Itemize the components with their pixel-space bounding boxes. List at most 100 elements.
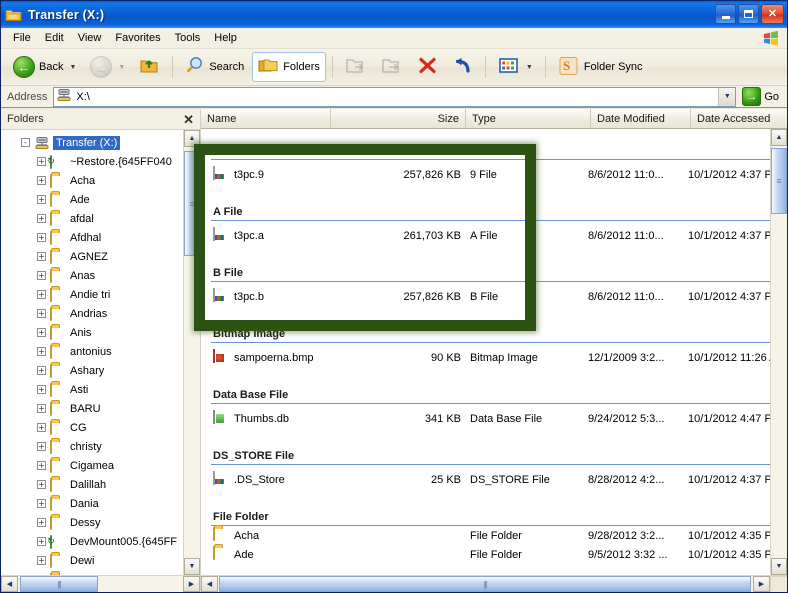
expand-icon[interactable]: + — [37, 537, 46, 546]
menu-edit[interactable]: Edit — [38, 30, 71, 46]
file-list-vertical-scrollbar[interactable]: ▲ ▼ — [770, 129, 787, 575]
expand-icon[interactable]: + — [37, 461, 46, 470]
tree-item[interactable]: + Andrias — [1, 304, 200, 323]
back-dropdown-caret-icon[interactable]: ▼ — [69, 64, 76, 71]
expand-icon[interactable]: + — [37, 518, 46, 527]
scroll-up-arrow-icon[interactable]: ▲ — [771, 129, 787, 146]
scroll-left-arrow-icon[interactable]: ◀ — [201, 576, 218, 592]
up-button[interactable] — [133, 52, 166, 82]
file-row[interactable]: t3pc.9 257,826 KB 9 File 8/6/2012 11:0... 10… — [201, 160, 787, 190]
file-row[interactable]: Thumbs.db 341 KB Data Base File 9/24/2012 5… — [201, 404, 787, 434]
tree-item[interactable]: + Andie tri — [1, 285, 200, 304]
move-to-button[interactable] — [339, 52, 373, 82]
forward-dropdown-caret-icon[interactable]: ▼ — [118, 64, 125, 71]
expand-icon[interactable]: + — [37, 499, 46, 508]
scroll-thumb[interactable] — [771, 148, 787, 214]
group-header[interactable]: 9 File — [201, 129, 787, 159]
folder-sync-button[interactable]: S Folder Sync — [552, 52, 649, 82]
group-header[interactable]: B File — [201, 251, 787, 281]
search-button[interactable]: Search — [179, 52, 250, 82]
address-dropdown-caret-icon[interactable]: ▼ — [718, 87, 736, 106]
tree-item[interactable]: + Dania — [1, 494, 200, 513]
tree-item[interactable]: + Anis — [1, 323, 200, 342]
back-button[interactable]: ← Back ▼ — [7, 52, 82, 82]
close-icon[interactable]: ✕ — [181, 113, 196, 126]
views-button[interactable]: ▼ — [492, 52, 539, 82]
expand-icon[interactable]: + — [37, 347, 46, 356]
column-header-date-accessed[interactable]: Date Accessed — [691, 109, 787, 128]
expand-icon[interactable]: + — [37, 366, 46, 375]
column-header-type[interactable]: Type — [466, 109, 591, 128]
expand-icon[interactable]: + — [37, 176, 46, 185]
column-header-size[interactable]: Size — [331, 109, 466, 128]
expand-icon[interactable]: + — [37, 385, 46, 394]
menu-favorites[interactable]: Favorites — [108, 30, 167, 46]
scroll-down-arrow-icon[interactable]: ▼ — [184, 558, 200, 575]
go-button[interactable]: → Go — [736, 87, 785, 106]
expand-icon[interactable]: + — [37, 404, 46, 413]
expand-icon[interactable]: + — [37, 442, 46, 451]
tree-item[interactable]: + Dalillah — [1, 475, 200, 494]
expand-icon[interactable]: + — [37, 328, 46, 337]
scroll-right-arrow-icon[interactable]: ▶ — [183, 576, 200, 592]
views-dropdown-caret-icon[interactable]: ▼ — [526, 64, 533, 71]
expand-icon[interactable]: + — [37, 195, 46, 204]
expand-icon[interactable]: + — [37, 157, 46, 166]
tree-item[interactable]: + afdal — [1, 209, 200, 228]
column-header-name[interactable]: Name — [201, 109, 331, 128]
address-input[interactable]: X:\ ▼ — [53, 86, 737, 107]
hscroll-thumb[interactable] — [20, 576, 98, 592]
expand-icon[interactable]: + — [37, 480, 46, 489]
minimize-button[interactable] — [715, 4, 736, 24]
tree-item[interactable]: + Acha — [1, 171, 200, 190]
expand-icon[interactable]: + — [37, 271, 46, 280]
delete-button[interactable] — [411, 52, 444, 82]
folder-tree-vertical-scrollbar[interactable]: ▲ ▼ — [183, 130, 200, 575]
tree-item[interactable]: + Ade — [1, 190, 200, 209]
tree-item[interactable]: + CG — [1, 418, 200, 437]
tree-item[interactable]: +Diah — [1, 570, 200, 575]
group-header[interactable]: A File — [201, 190, 787, 220]
folders-button[interactable]: Folders — [252, 52, 326, 82]
column-header-date-modified[interactable]: Date Modified — [591, 109, 691, 128]
menu-tools[interactable]: Tools — [168, 30, 208, 46]
close-button[interactable]: ✕ — [761, 4, 784, 24]
group-header[interactable]: DS_STORE File — [201, 434, 787, 464]
tree-item[interactable]: + DevMount005.{645FF — [1, 532, 200, 551]
undo-button[interactable] — [446, 52, 479, 82]
tree-item[interactable]: + Dewi — [1, 551, 200, 570]
file-row[interactable]: t3pc.a 261,703 KB A File 8/6/2012 11:0... 10… — [201, 221, 787, 251]
folder-tree-horizontal-scrollbar[interactable]: ◀ ▶ — [1, 575, 200, 592]
expand-icon[interactable]: + — [37, 309, 46, 318]
tree-item[interactable]: + christy — [1, 437, 200, 456]
tree-item[interactable]: + AGNEZ — [1, 247, 200, 266]
tree-item[interactable]: + Ashary — [1, 361, 200, 380]
forward-button[interactable]: → ▼ — [84, 52, 131, 82]
file-row[interactable]: Ade File Folder 9/5/2012 3:32 ... 10/1/2012… — [201, 545, 787, 564]
tree-item[interactable]: + antonius — [1, 342, 200, 361]
hscroll-track[interactable] — [218, 576, 753, 592]
tree-item[interactable]: + BARU — [1, 399, 200, 418]
scroll-up-arrow-icon[interactable]: ▲ — [184, 130, 200, 147]
copy-to-button[interactable] — [375, 52, 409, 82]
expand-icon[interactable]: + — [37, 290, 46, 299]
menu-help[interactable]: Help — [207, 30, 244, 46]
expand-icon[interactable]: + — [37, 214, 46, 223]
menu-file[interactable]: File — [6, 30, 38, 46]
file-list-horizontal-scrollbar[interactable]: ◀ ▶ — [201, 575, 787, 592]
group-header[interactable]: Bitmap Image — [201, 312, 787, 342]
scroll-right-arrow-icon[interactable]: ▶ — [753, 576, 770, 592]
tree-item[interactable]: + ~Restore.{645FF040 — [1, 152, 200, 171]
scroll-left-arrow-icon[interactable]: ◀ — [1, 576, 18, 592]
tree-item[interactable]: + Cigamea — [1, 456, 200, 475]
expand-icon[interactable]: + — [37, 423, 46, 432]
expand-icon[interactable]: + — [37, 233, 46, 242]
file-row[interactable]: t3pc.b 257,826 KB B File 8/6/2012 11:0... 10… — [201, 282, 787, 312]
scroll-down-arrow-icon[interactable]: ▼ — [771, 558, 787, 575]
tree-item[interactable]: + Afdhal — [1, 228, 200, 247]
scroll-thumb[interactable] — [184, 151, 200, 256]
tree-item[interactable]: + Anas — [1, 266, 200, 285]
menu-view[interactable]: View — [71, 30, 109, 46]
collapse-icon[interactable]: - — [21, 138, 30, 147]
scroll-track[interactable] — [771, 146, 787, 558]
